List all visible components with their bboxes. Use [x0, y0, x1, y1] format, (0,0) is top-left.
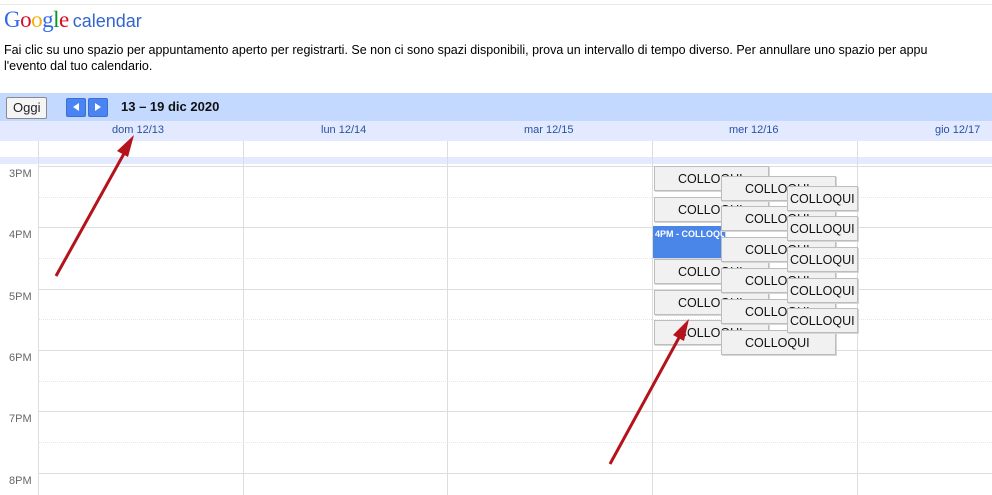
arrow-to-day-header — [54, 135, 134, 277]
arrow-to-slots — [608, 319, 689, 465]
annotation-arrows — [54, 135, 689, 465]
